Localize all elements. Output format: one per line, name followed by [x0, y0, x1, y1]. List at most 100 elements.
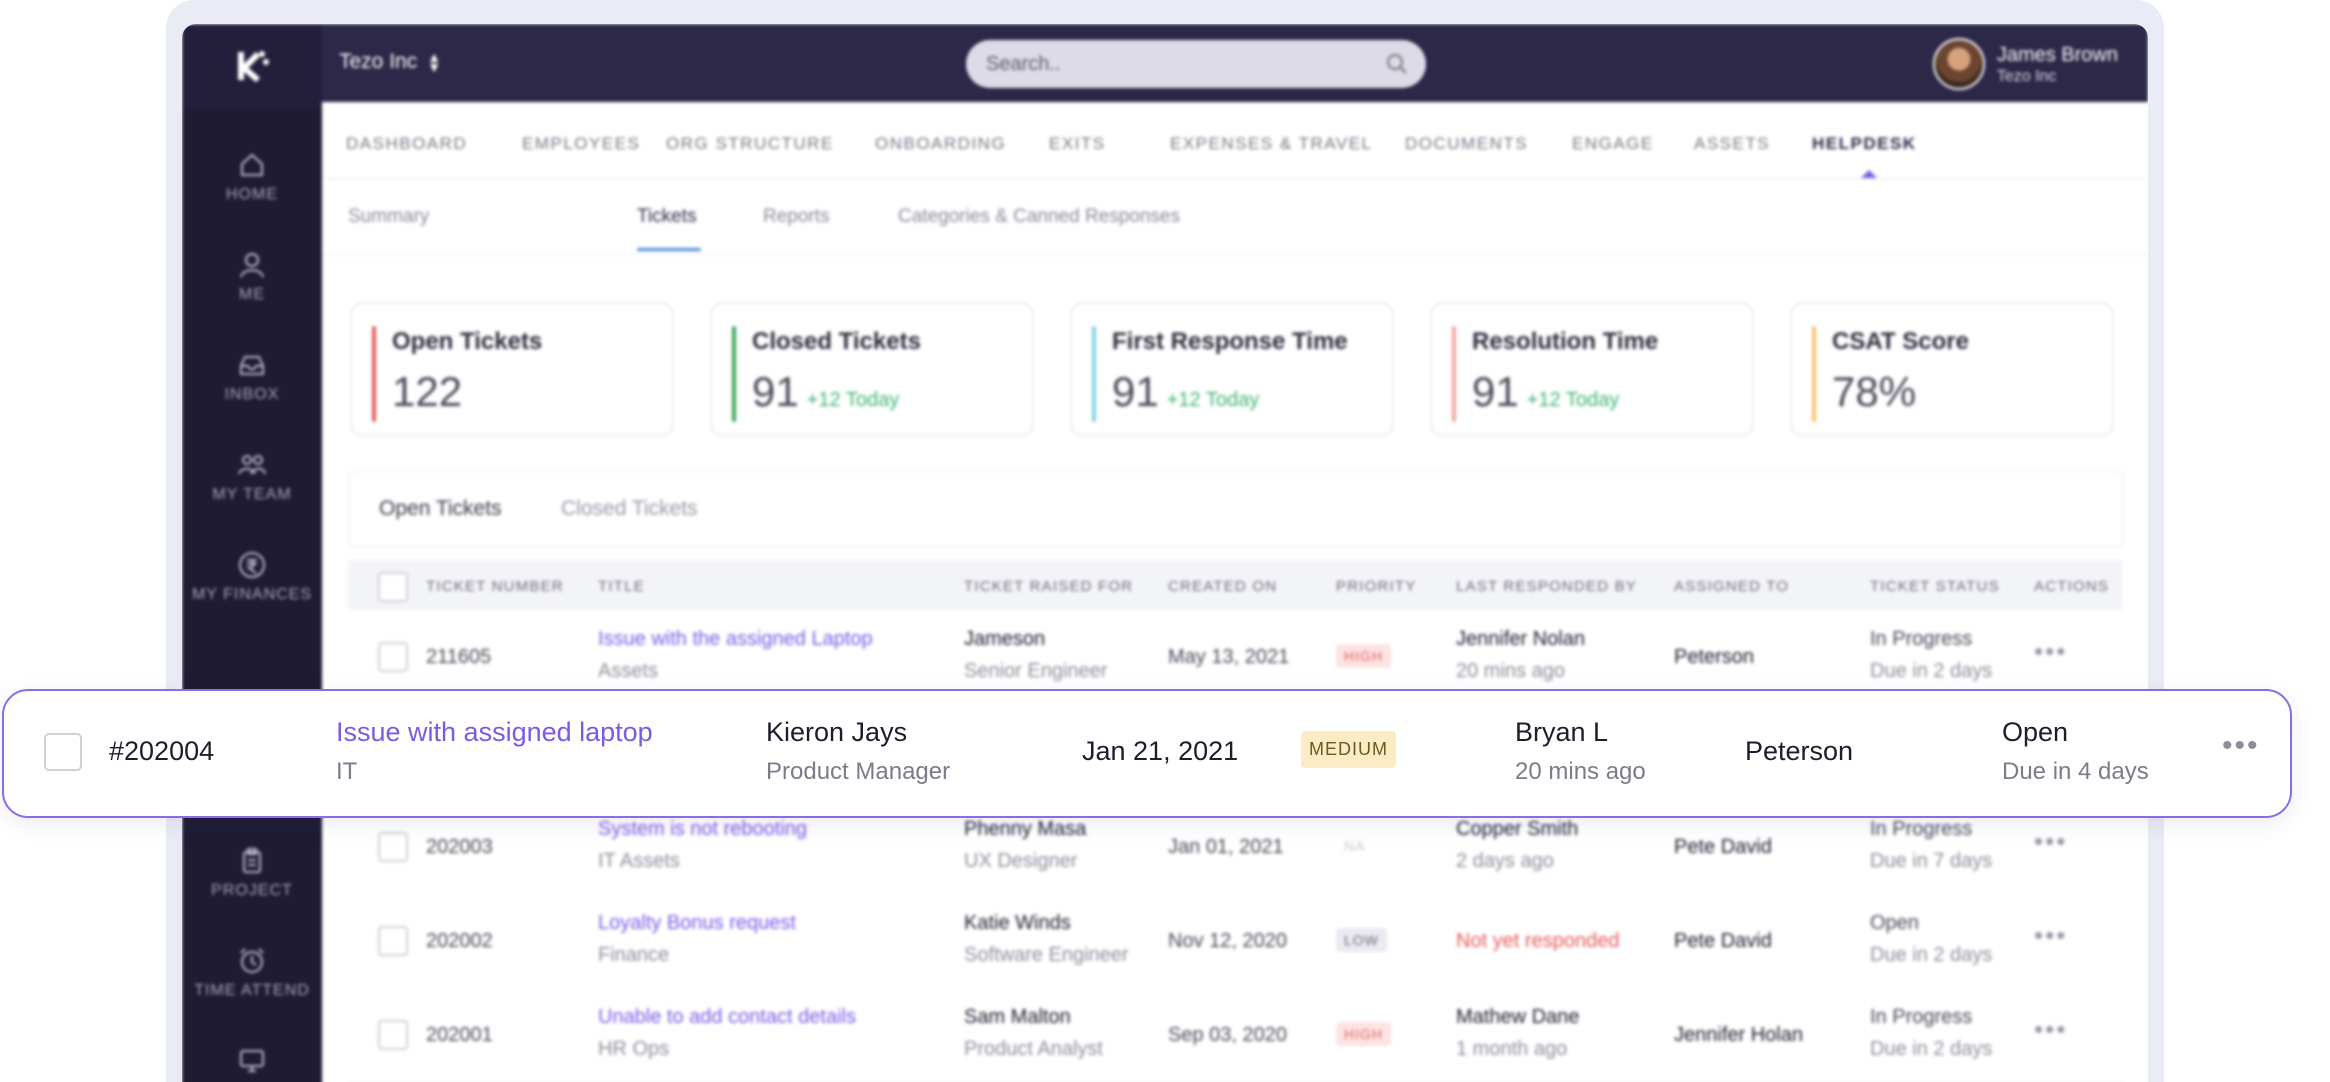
- ticket-category: Assets: [598, 660, 659, 682]
- sidebar-item-my-team[interactable]: MY TEAM: [182, 450, 322, 504]
- tab-dashboard[interactable]: DASHBOARD: [346, 134, 467, 154]
- responded-time: 20 mins ago: [1515, 758, 1646, 785]
- card-value-wrap: 91 +12 Today: [752, 368, 899, 416]
- due-text: Due in 2 days: [1870, 660, 1993, 682]
- raised-for-name: Katie Winds: [964, 912, 1071, 934]
- table-row[interactable]: 202001 Unable to add contact details HR …: [348, 988, 2122, 1082]
- main-nav: DASHBOARD EMPLOYEES ORG STRUCTURE ONBOAR…: [322, 108, 2148, 179]
- logo-icon: [238, 51, 269, 83]
- due-text: Due in 7 days: [1870, 850, 1993, 872]
- tab-onboarding[interactable]: ONBOARDING: [875, 134, 1006, 154]
- ticket-title-link[interactable]: Issue with assigned laptop: [336, 717, 653, 748]
- ticket-title-link[interactable]: Unable to add contact details: [598, 1006, 856, 1029]
- tab-tickets[interactable]: Tickets: [637, 206, 696, 228]
- user-menu[interactable]: James Brown Tezo Inc: [1932, 38, 2118, 90]
- card-title: Resolution Time: [1472, 328, 1659, 355]
- chevron-updown-icon: ▲ ▼: [427, 49, 442, 75]
- tab-helpdesk[interactable]: HELPDESK: [1812, 134, 1917, 154]
- col-created-on[interactable]: CREATED ON: [1168, 578, 1277, 595]
- tab-assets[interactable]: ASSETS: [1694, 134, 1770, 154]
- more-actions-icon[interactable]: •••: [2034, 636, 2067, 667]
- sidebar-item-my-finances[interactable]: MY FINANCES: [182, 550, 322, 604]
- search-bar[interactable]: [966, 40, 1426, 88]
- card-accent-bar: [372, 326, 376, 422]
- card-value: 91: [1112, 368, 1159, 415]
- tab-categories[interactable]: Categories & Canned Responses: [898, 206, 1180, 228]
- ticket-title-link[interactable]: System is not rebooting: [598, 818, 807, 841]
- responder-name: Bryan L: [1515, 717, 1609, 747]
- ticket-category: HR Ops: [598, 1038, 670, 1060]
- row-checkbox[interactable]: [378, 926, 408, 956]
- more-actions-icon[interactable]: •••: [2222, 729, 2260, 763]
- tab-engage[interactable]: ENGAGE: [1572, 134, 1654, 154]
- search-input[interactable]: [984, 51, 1348, 77]
- priority-badge: NA: [1344, 838, 1366, 854]
- tab-documents[interactable]: DOCUMENTS: [1405, 134, 1528, 154]
- raised-for-role: Software Engineer: [964, 944, 1129, 966]
- select-all-checkbox[interactable]: [378, 572, 408, 602]
- company-name: Tezo Inc: [339, 50, 418, 73]
- col-title[interactable]: TITLE: [598, 578, 645, 595]
- table-row[interactable]: 202002 Loyalty Bonus request Finance Kat…: [348, 894, 2122, 989]
- due-text: Due in 4 days: [2002, 758, 2149, 785]
- tab-expenses-travel[interactable]: EXPENSES & TRAVEL: [1170, 134, 1373, 154]
- card-value: 91: [1472, 368, 1519, 415]
- col-last-responded[interactable]: LAST RESPONDED BY: [1456, 578, 1637, 595]
- card-value: 122: [392, 368, 463, 415]
- tab-reports[interactable]: Reports: [763, 206, 830, 228]
- card-title: CSAT Score: [1832, 328, 1969, 355]
- ticket-status: Open: [1870, 912, 1919, 934]
- sidebar-item-home[interactable]: HOME: [182, 150, 322, 204]
- sidebar-item-monitor[interactable]: [182, 1046, 322, 1082]
- user-org: Tezo Inc: [1996, 68, 2057, 85]
- sidebar-item-label: HOME: [226, 186, 278, 203]
- tab-summary[interactable]: Summary: [348, 206, 429, 228]
- ticket-category: IT: [336, 758, 358, 785]
- tab-closed-tickets[interactable]: Closed Tickets: [561, 497, 698, 521]
- sidebar-item-project[interactable]: PROJECT: [182, 846, 322, 900]
- search-icon[interactable]: [1386, 53, 1408, 75]
- tab-employees[interactable]: EMPLOYEES: [522, 134, 640, 154]
- more-actions-icon[interactable]: •••: [2034, 1014, 2067, 1045]
- card-accent-bar: [1092, 326, 1096, 422]
- more-actions-icon[interactable]: •••: [2034, 920, 2067, 951]
- highlighted-table-row[interactable]: #202004 Issue with assigned laptop IT Ki…: [2, 689, 2292, 818]
- sidebar-item-time-attend[interactable]: TIME ATTEND: [182, 946, 322, 1000]
- stat-card-resolution-time: Resolution Time 91 +12 Today: [1430, 302, 1754, 436]
- raised-for-role: Senior Engineer: [964, 660, 1108, 682]
- responder-name: Copper Smith: [1456, 818, 1579, 840]
- tab-exits[interactable]: EXITS: [1049, 134, 1106, 154]
- col-ticket-status[interactable]: TICKET STATUS: [1870, 578, 2000, 595]
- row-checkbox[interactable]: [44, 733, 82, 771]
- row-checkbox[interactable]: [378, 1020, 408, 1050]
- sidebar-item-label: MY FINANCES: [191, 586, 313, 603]
- ticket-title-link[interactable]: Loyalty Bonus request: [598, 912, 796, 935]
- responder-name: Jennifer Nolan: [1456, 628, 1585, 650]
- rupee-icon: [239, 552, 265, 578]
- card-accent-bar: [1812, 326, 1816, 422]
- created-on: Nov 12, 2020: [1168, 930, 1287, 952]
- col-priority[interactable]: PRIORITY: [1336, 578, 1416, 595]
- card-accent-bar: [1452, 326, 1456, 422]
- company-switcher[interactable]: Tezo Inc ▲ ▼: [339, 50, 441, 74]
- sidebar-item-me[interactable]: ME: [182, 250, 322, 304]
- raised-for-role: Product Manager: [766, 758, 951, 785]
- col-raised-for[interactable]: TICKET RAISED FOR: [964, 578, 1133, 595]
- row-checkbox[interactable]: [378, 642, 408, 672]
- app-logo[interactable]: [182, 24, 322, 108]
- clipboard-icon: [243, 848, 261, 873]
- raised-for-role: Product Analyst: [964, 1038, 1103, 1060]
- ticket-title-link[interactable]: Issue with the assigned Laptop: [598, 628, 873, 651]
- tab-org-structure[interactable]: ORG STRUCTURE: [666, 134, 834, 154]
- assigned-to: Peterson: [1674, 646, 1755, 668]
- col-ticket-number[interactable]: TICKET NUMBER: [426, 578, 564, 595]
- tab-open-tickets[interactable]: Open Tickets: [379, 497, 502, 521]
- more-actions-icon[interactable]: •••: [2034, 826, 2067, 857]
- ticket-number: 202002: [426, 930, 493, 952]
- card-value-wrap: 122: [392, 368, 462, 416]
- sidebar-item-inbox[interactable]: INBOX: [182, 350, 322, 404]
- col-assigned-to[interactable]: ASSIGNED TO: [1674, 578, 1789, 595]
- avatar[interactable]: [1932, 38, 1985, 90]
- row-checkbox[interactable]: [378, 832, 408, 862]
- ticket-number: #202004: [109, 736, 215, 766]
